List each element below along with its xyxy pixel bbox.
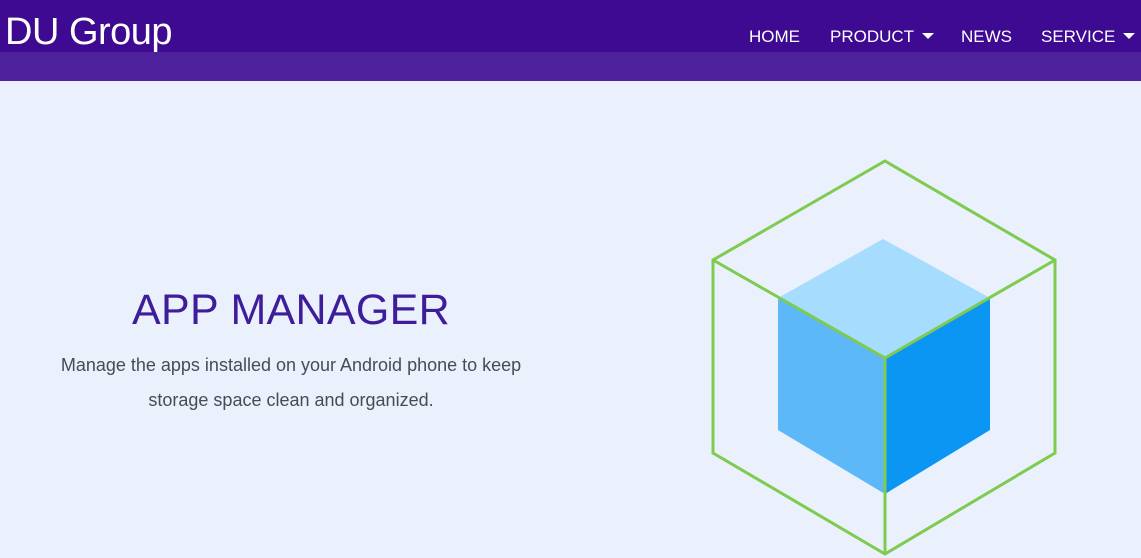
- chevron-down-icon: [922, 32, 935, 39]
- nav-item-service-label: SERVICE: [1041, 27, 1116, 46]
- main-nav: HOME PRODUCT NEWS SERVICE: [0, 26, 1141, 48]
- nav-item-news-label: NEWS: [961, 27, 1012, 46]
- chevron-down-icon: [1123, 32, 1136, 39]
- header-band: [0, 52, 1141, 81]
- hero-description: Manage the apps installed on your Androi…: [60, 355, 522, 410]
- nav-item-home[interactable]: HOME: [749, 26, 800, 48]
- cube-icon: [711, 159, 1057, 556]
- nav-item-news[interactable]: NEWS: [961, 26, 1012, 48]
- site-header: DU Group HOME PRODUCT NEWS SERVICE: [0, 0, 1141, 53]
- hero-title: APP MANAGER: [132, 286, 450, 334]
- nav-item-product-label: PRODUCT: [830, 27, 915, 46]
- nav-item-home-label: HOME: [749, 27, 800, 46]
- nav-item-product[interactable]: PRODUCT: [830, 26, 935, 48]
- nav-item-service[interactable]: SERVICE: [1041, 26, 1136, 48]
